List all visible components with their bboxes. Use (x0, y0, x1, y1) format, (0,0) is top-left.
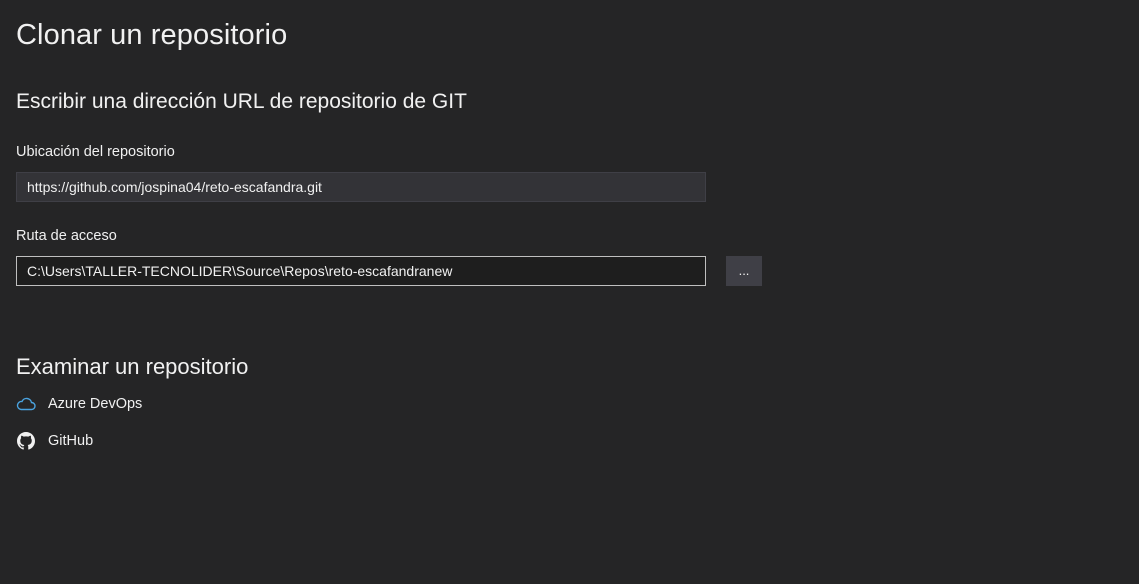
github-icon (16, 431, 36, 451)
provider-label-azure-devops: Azure DevOps (48, 396, 143, 412)
path-input[interactable] (16, 256, 706, 286)
cloud-icon (16, 394, 36, 414)
clone-url-section-title: Escribir una dirección URL de repositori… (16, 90, 467, 113)
provider-azure-devops[interactable]: Azure DevOps (16, 393, 142, 415)
browse-folder-button[interactable]: ... (726, 256, 762, 286)
path-label: Ruta de acceso (16, 228, 117, 244)
repository-location-label: Ubicación del repositorio (16, 144, 175, 160)
provider-label-github: GitHub (48, 433, 94, 449)
provider-github[interactable]: GitHub (16, 430, 93, 452)
browse-section-title: Examinar un repositorio (16, 354, 249, 379)
page-title: Clonar un repositorio (16, 19, 288, 51)
repository-location-input[interactable] (16, 172, 706, 202)
